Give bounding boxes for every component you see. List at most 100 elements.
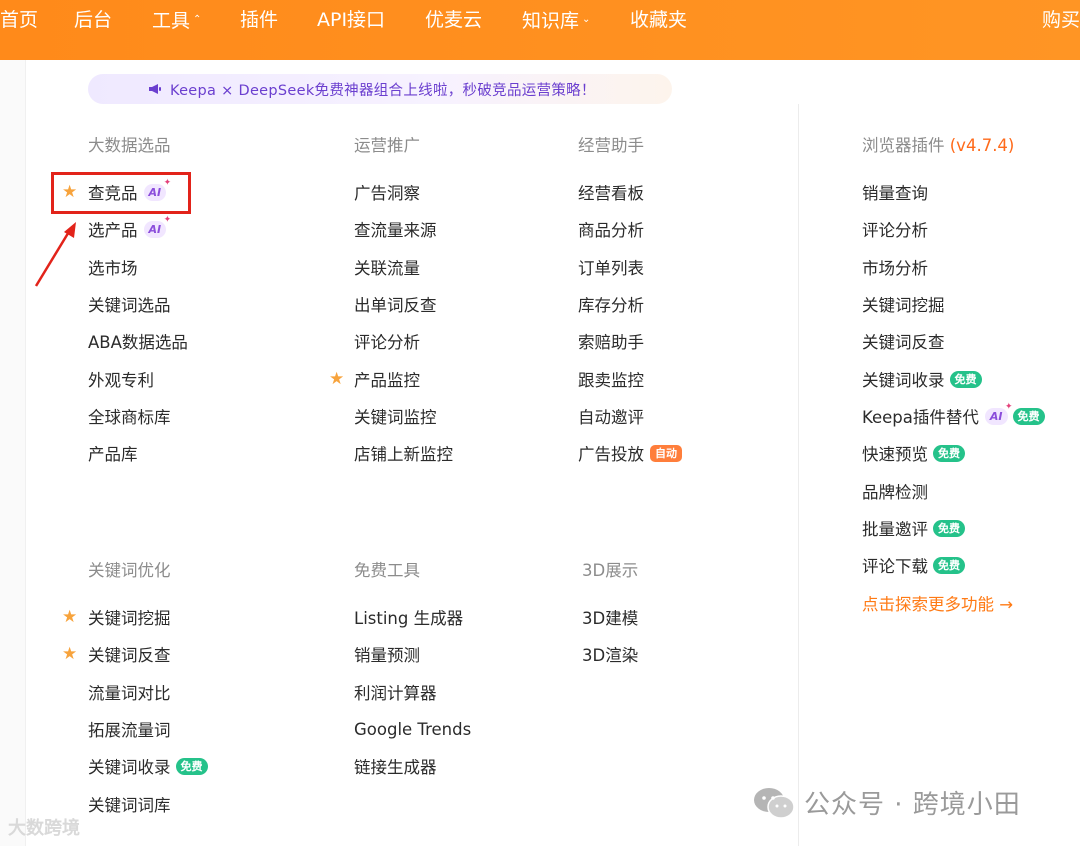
nav-api[interactable]: API接口 xyxy=(317,0,385,60)
menu-item-keepa-alternative[interactable]: Keepa插件替代 AI ✦ 免费 xyxy=(862,402,1045,427)
nav-knowledge[interactable]: 知识库 ⌄ xyxy=(522,0,590,60)
ai-badge: AI ✦ xyxy=(143,215,171,238)
menu-item-select-market[interactable]: 选市场 xyxy=(88,256,138,278)
menu-item-plugin-keyword-mining[interactable]: 关键词挖掘 xyxy=(862,293,945,315)
menu-item-plugin-review-analysis[interactable]: 评论分析 xyxy=(862,218,928,240)
section-title-plugin: 浏览器插件 (v4.7.4) xyxy=(862,132,1014,156)
menu-item-keyword-index[interactable]: 关键词收录 免费 xyxy=(88,755,208,777)
nav-backend[interactable]: 后台 xyxy=(74,0,112,60)
menu-item-market-analysis[interactable]: 市场分析 xyxy=(862,256,928,278)
menu-item-label: 批量邀评 xyxy=(862,520,928,539)
star-icon: ★ xyxy=(329,369,345,389)
left-strip xyxy=(0,60,26,846)
menu-item-order-keyword[interactable]: 出单词反查 xyxy=(354,293,437,315)
nav-tools[interactable]: 工具 ⌃ xyxy=(152,0,201,60)
nav-favorites[interactable]: 收藏夹 xyxy=(630,0,687,60)
menu-item-plugin-keyword-reverse[interactable]: 关键词反查 xyxy=(862,330,945,352)
ai-badge-label: AI xyxy=(148,222,162,236)
ai-badge-label: AI xyxy=(989,409,1003,423)
ai-badge: AI ✦ xyxy=(984,402,1013,425)
menu-item-sales-query[interactable]: 销量查询 xyxy=(862,181,928,203)
menu-item-link-generator[interactable]: 链接生成器 xyxy=(354,755,437,777)
highlight-box xyxy=(51,172,191,214)
menu-item-inventory-analysis[interactable]: 库存分析 xyxy=(578,293,644,315)
menu-item-claim-assistant[interactable]: 索赔助手 xyxy=(578,330,644,352)
menu-item-label: 评论下载 xyxy=(862,557,928,576)
menu-item-3d-rendering[interactable]: 3D渲染 xyxy=(582,643,638,665)
plugin-version: (v4.7.4) xyxy=(949,136,1015,155)
menu-item-design-patent[interactable]: 外观专利 xyxy=(88,368,154,390)
menu-item-dashboard[interactable]: 经营看板 xyxy=(578,181,644,203)
menu-item-profit-calculator[interactable]: 利润计算器 xyxy=(354,681,437,703)
red-arrow-annotation xyxy=(34,222,76,287)
free-badge: 免费 xyxy=(175,757,208,775)
menu-item-keyword-monitor[interactable]: 关键词监控 xyxy=(354,405,437,427)
menu-item-product-monitor[interactable]: 产品监控 xyxy=(354,368,420,390)
menu-item-review-analysis[interactable]: 评论分析 xyxy=(354,330,420,352)
menu-item-batch-review-request[interactable]: 批量邀评 免费 xyxy=(862,517,965,539)
menu-item-label: 关键词收录 xyxy=(862,371,945,390)
section-title-plugin-label: 浏览器插件 xyxy=(862,136,945,155)
free-badge: 免费 xyxy=(1012,407,1045,425)
menu-item-keyword-mining[interactable]: 关键词挖掘 xyxy=(88,606,171,628)
section-title-free-tools: 免费工具 xyxy=(354,561,420,580)
section-title-big-data: 大数据选品 xyxy=(88,136,171,155)
menu-item-goods-analysis[interactable]: 商品分析 xyxy=(578,218,644,240)
menu-item-google-trends[interactable]: Google Trends xyxy=(354,718,471,740)
free-badge: 免费 xyxy=(933,519,965,537)
wechat-icon xyxy=(754,787,795,819)
menu-item-label: 快速预览 xyxy=(862,445,928,464)
promo-banner[interactable]: Keepa × DeepSeek免费神器组合上线啦，秒破竞品运营策略！ xyxy=(88,74,672,104)
menu-item-keyword-selection[interactable]: 关键词选品 xyxy=(88,293,171,315)
section-title-ops: 运营推广 xyxy=(354,136,420,155)
menu-item-label: 选产品 xyxy=(88,221,138,240)
auto-badge: 自动 xyxy=(650,444,682,462)
sparkle-icon: ✦ xyxy=(163,214,172,225)
menu-item-global-trademark[interactable]: 全球商标库 xyxy=(88,405,171,427)
chevron-down-icon: ⌃ xyxy=(193,14,202,25)
nav-tools-label: 工具 xyxy=(152,10,191,32)
menu-item-3d-modeling[interactable]: 3D建模 xyxy=(582,606,638,628)
menu-item-plugin-keyword-index[interactable]: 关键词收录 免费 xyxy=(862,368,982,390)
menu-item-review-download[interactable]: 评论下载 免费 xyxy=(862,554,965,576)
menu-item-keyword-library[interactable]: 关键词词库 xyxy=(88,793,171,815)
menu-item-traffic-keyword-compare[interactable]: 流量词对比 xyxy=(88,681,171,703)
column-divider xyxy=(798,104,799,846)
menu-item-store-new-monitor[interactable]: 店铺上新监控 xyxy=(354,442,453,464)
menu-item-traffic-source[interactable]: 查流量来源 xyxy=(354,218,437,240)
section-title-3d: 3D展示 xyxy=(582,561,639,580)
explore-more-link[interactable]: 点击探索更多功能 → xyxy=(862,592,1013,614)
menu-item-product-library[interactable]: 产品库 xyxy=(88,442,138,464)
menu-item-aba-selection[interactable]: ABA数据选品 xyxy=(88,330,188,352)
star-icon: ★ xyxy=(62,607,78,627)
free-badge: 免费 xyxy=(933,444,965,462)
menu-item-label: 广告投放 xyxy=(578,445,644,464)
free-badge: 免费 xyxy=(933,556,965,574)
menu-item-order-list[interactable]: 订单列表 xyxy=(578,256,644,278)
menu-item-select-product[interactable]: 选产品 AI ✦ xyxy=(88,215,171,241)
nav-home[interactable]: 首页 xyxy=(0,0,38,60)
menu-item-auto-review-request[interactable]: 自动邀评 xyxy=(578,405,644,427)
nav-buy[interactable]: 购买 xyxy=(1042,0,1080,60)
menu-item-expand-traffic-keyword[interactable]: 拓展流量词 xyxy=(88,718,171,740)
chevron-down-icon: ⌄ xyxy=(582,14,591,25)
megaphone-icon xyxy=(149,84,161,94)
nav-knowledge-label: 知识库 xyxy=(522,10,580,32)
menu-item-ad-insight[interactable]: 广告洞察 xyxy=(354,181,420,203)
menu-item-related-traffic[interactable]: 关联流量 xyxy=(354,256,420,278)
menu-item-keyword-reverse[interactable]: 关键词反查 xyxy=(88,643,171,665)
menu-item-sales-forecast[interactable]: 销量预测 xyxy=(354,643,420,665)
sparkle-icon: ✦ xyxy=(1004,401,1013,412)
nav-plugins[interactable]: 插件 xyxy=(240,0,278,60)
menu-item-ad-placement[interactable]: 广告投放 自动 xyxy=(578,442,682,464)
nav-youmaiyun[interactable]: 优麦云 xyxy=(425,0,482,60)
menu-item-quick-preview[interactable]: 快速预览 免费 xyxy=(862,442,965,464)
banner-text: Keepa × DeepSeek免费神器组合上线啦，秒破竞品运营策略！ xyxy=(170,82,596,99)
watermark-right-text: 公众号 · 跨境小田 xyxy=(804,790,1021,820)
menu-item-listing-generator[interactable]: Listing 生成器 xyxy=(354,606,463,628)
star-icon: ★ xyxy=(62,644,78,664)
free-badge: 免费 xyxy=(949,370,982,388)
menu-item-brand-check[interactable]: 品牌检测 xyxy=(862,480,928,502)
section-title-keyword: 关键词优化 xyxy=(88,561,171,580)
menu-item-hijack-monitor[interactable]: 跟卖监控 xyxy=(578,368,644,390)
